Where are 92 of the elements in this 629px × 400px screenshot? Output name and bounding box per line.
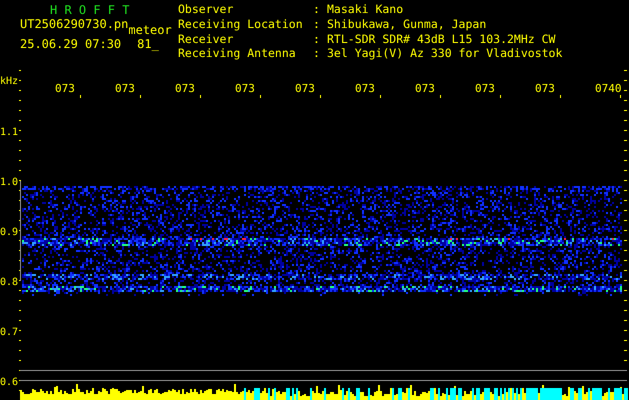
tick-mark <box>624 180 627 181</box>
info-label: Receiving Location <box>178 18 304 32</box>
info-value: RTL-SDR SDR# 43dB L15 103.2MHz CW <box>327 32 556 48</box>
separator: : <box>313 18 321 32</box>
tick-mark <box>624 70 627 71</box>
tick-mark <box>380 95 381 98</box>
time-label: 073 <box>295 82 315 95</box>
tick-mark <box>200 95 201 98</box>
tick-mark <box>624 320 627 321</box>
tick-mark <box>19 150 21 151</box>
tick-mark <box>624 360 627 361</box>
mode-label: meteor <box>128 23 172 37</box>
tick-mark <box>624 90 627 91</box>
tick-mark <box>624 80 627 81</box>
frequency-label: 1.1 <box>0 127 18 138</box>
info-label: Receiving Antenna <box>178 47 297 62</box>
tick-mark <box>19 360 21 361</box>
tick-mark <box>19 110 21 111</box>
tick-mark <box>624 120 627 121</box>
file-name: UT2506290730.pn <box>20 17 128 31</box>
tick-mark <box>19 350 21 351</box>
tick-mark <box>19 340 21 341</box>
info-label: Receiver <box>178 32 234 48</box>
tick-mark <box>19 330 21 331</box>
tick-mark <box>440 95 441 98</box>
info-label: Observer <box>178 3 234 18</box>
tick-mark <box>624 110 627 111</box>
tick-mark <box>624 200 627 201</box>
tick-mark <box>624 250 627 251</box>
tick-mark <box>624 330 627 331</box>
time-label: 073 <box>115 82 135 95</box>
tick-mark <box>320 95 321 98</box>
tick-mark <box>19 140 21 141</box>
tick-mark <box>624 270 627 271</box>
tick-mark <box>560 95 561 98</box>
tick-mark <box>624 280 627 281</box>
tick-mark <box>624 160 627 161</box>
tick-mark <box>19 290 21 291</box>
tick-mark <box>19 120 21 121</box>
tick-mark <box>624 340 627 341</box>
tick-mark <box>19 80 21 81</box>
tick-mark <box>624 220 627 221</box>
frequency-label: 1.0 <box>0 177 18 188</box>
tick-mark <box>19 130 21 131</box>
time-label: 073 <box>235 82 255 95</box>
tick-mark <box>260 95 261 98</box>
tick-mark <box>140 95 141 98</box>
tick-mark <box>624 210 627 211</box>
tick-mark <box>624 350 627 351</box>
tick-mark <box>19 180 21 181</box>
tick-mark <box>19 100 21 101</box>
tick-mark <box>624 150 627 151</box>
tick-mark <box>624 240 627 241</box>
tick-mark <box>19 90 21 91</box>
time-label: 073 <box>415 82 435 95</box>
tick-mark <box>624 290 627 291</box>
tick-mark <box>19 170 21 171</box>
tick-mark <box>624 230 627 231</box>
frequency-label: 0.8 <box>0 277 18 288</box>
time-label: 0740 <box>595 82 622 95</box>
tick-mark <box>19 160 21 161</box>
tick-mark <box>624 310 627 311</box>
frequency-label: 0.9 <box>0 227 18 238</box>
tick-mark <box>624 300 627 301</box>
program-title: H R O F F T <box>49 3 130 17</box>
time-label: 073 <box>355 82 375 95</box>
separator: : <box>313 32 321 48</box>
tick-mark <box>500 95 501 98</box>
info-value: Masaki Kano <box>327 3 404 18</box>
separator: : <box>313 47 321 62</box>
tick-mark <box>80 95 81 98</box>
tick-mark <box>624 260 627 261</box>
time-label: 073 <box>475 82 495 95</box>
tick-mark <box>19 70 21 71</box>
tick-mark <box>19 320 21 321</box>
frequency-label: 0.7 <box>0 327 18 338</box>
tick-mark <box>624 170 627 171</box>
tick-mark <box>624 140 627 141</box>
time-label: 073 <box>55 82 75 95</box>
count-label: 81_ <box>137 37 159 51</box>
separator: : <box>313 3 321 18</box>
tick-mark <box>624 130 627 131</box>
info-value: Shibukawa, Gunma, Japan <box>327 18 488 32</box>
tick-mark <box>624 190 627 191</box>
info-value: 3el Yagi(V) Az 330 for Vladivostok <box>327 47 562 62</box>
timestamp: 25.06.29 07:30 <box>20 37 122 51</box>
time-label: 073 <box>535 82 555 95</box>
tick-mark <box>19 310 21 311</box>
frequency-label: 0.6 <box>0 377 18 388</box>
tick-mark <box>19 300 21 301</box>
axis-unit: kHz <box>0 76 18 87</box>
time-label: 073 <box>175 82 195 95</box>
